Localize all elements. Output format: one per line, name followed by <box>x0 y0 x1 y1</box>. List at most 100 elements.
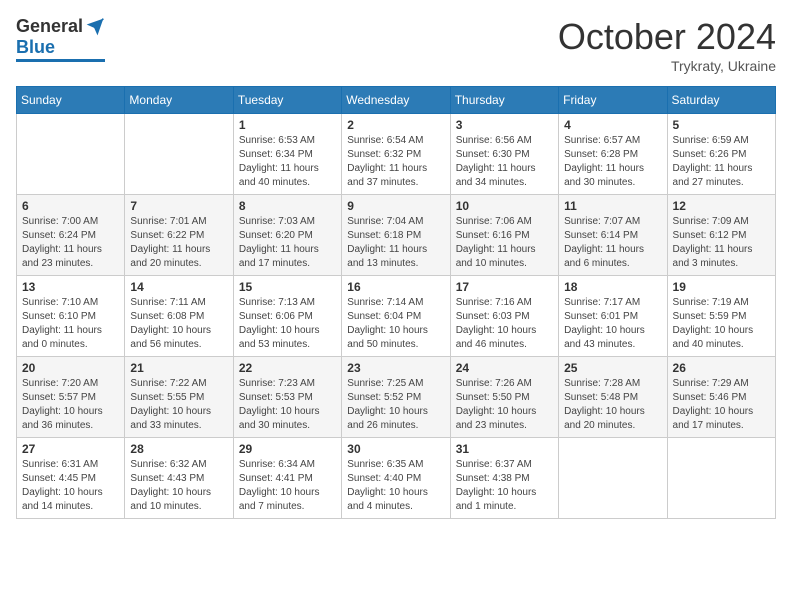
day-number: 1 <box>239 118 336 132</box>
day-info: Sunrise: 7:10 AM Sunset: 6:10 PM Dayligh… <box>22 296 119 352</box>
day-number: 28 <box>130 442 227 456</box>
table-row: 2 Sunrise: 6:54 AM Sunset: 6:32 PM Daylig… <box>342 114 450 195</box>
table-row: 27Sunrise: 6:31 AM Sunset: 4:45 PM Dayli… <box>17 438 125 519</box>
day-number: 9 <box>347 199 444 213</box>
table-row: 28Sunrise: 6:32 AM Sunset: 4:43 PM Dayli… <box>125 438 233 519</box>
table-row: 16 Sunrise: 7:14 AM Sunset: 6:04 PM Dayli… <box>342 276 450 357</box>
week-row-0: 1 Sunrise: 6:53 AM Sunset: 6:34 PM Daylig… <box>17 114 776 195</box>
day-number: 5 <box>673 118 770 132</box>
day-info: Sunrise: 7:20 AM Sunset: 5:57 PM Dayligh… <box>22 377 119 433</box>
table-row: 1 Sunrise: 6:53 AM Sunset: 6:34 PM Daylig… <box>233 114 341 195</box>
table-row: 19 Sunrise: 7:19 AM Sunset: 5:59 PM Dayli… <box>667 276 775 357</box>
header-tuesday: Tuesday <box>233 87 341 114</box>
weekday-header-row: Sunday Monday Tuesday Wednesday Thursday… <box>17 87 776 114</box>
logo: General Blue <box>16 16 105 62</box>
table-row: 15Sunrise: 7:13 AM Sunset: 6:06 PM Dayli… <box>233 276 341 357</box>
table-row: 23 Sunrise: 7:25 AM Sunset: 5:52 PM Dayli… <box>342 357 450 438</box>
day-number: 23 <box>347 361 444 375</box>
page-header: General Blue October 2024 Trykraty, Ukra… <box>16 16 776 74</box>
day-info: Sunrise: 7:22 AM Sunset: 5:55 PM Dayligh… <box>130 377 227 433</box>
header-saturday: Saturday <box>667 87 775 114</box>
day-info: Sunrise: 7:13 AM Sunset: 6:06 PM Dayligh… <box>239 296 336 352</box>
day-info: Sunrise: 7:19 AM Sunset: 5:59 PM Dayligh… <box>673 296 770 352</box>
table-row: 12 Sunrise: 7:09 AM Sunset: 6:12 PM Dayli… <box>667 195 775 276</box>
logo-general-text: General <box>16 16 83 37</box>
table-row: 5 Sunrise: 6:59 AM Sunset: 6:26 PM Daylig… <box>667 114 775 195</box>
day-info: Sunrise: 7:14 AM Sunset: 6:04 PM Dayligh… <box>347 296 444 352</box>
calendar-table: Sunday Monday Tuesday Wednesday Thursday… <box>16 86 776 519</box>
table-row: 8 Sunrise: 7:03 AM Sunset: 6:20 PM Daylig… <box>233 195 341 276</box>
table-row: 22 Sunrise: 7:23 AM Sunset: 5:53 PM Dayli… <box>233 357 341 438</box>
day-info: Sunrise: 7:29 AM Sunset: 5:46 PM Dayligh… <box>673 377 770 433</box>
day-info: Sunrise: 7:01 AM Sunset: 6:22 PM Dayligh… <box>130 215 227 271</box>
day-number: 19 <box>673 280 770 294</box>
day-number: 12 <box>673 199 770 213</box>
day-number: 26 <box>673 361 770 375</box>
day-info: Sunrise: 6:37 AM Sunset: 4:38 PM Dayligh… <box>456 458 553 514</box>
header-thursday: Thursday <box>450 87 558 114</box>
table-row: 17 Sunrise: 7:16 AM Sunset: 6:03 PM Dayli… <box>450 276 558 357</box>
day-number: 18 <box>564 280 661 294</box>
week-row-4: 27Sunrise: 6:31 AM Sunset: 4:45 PM Dayli… <box>17 438 776 519</box>
day-number: 25 <box>564 361 661 375</box>
day-number: 29 <box>239 442 336 456</box>
day-info: Sunrise: 7:23 AM Sunset: 5:53 PM Dayligh… <box>239 377 336 433</box>
day-info: Sunrise: 6:35 AM Sunset: 4:40 PM Dayligh… <box>347 458 444 514</box>
day-number: 27 <box>22 442 119 456</box>
day-info: Sunrise: 7:06 AM Sunset: 6:16 PM Dayligh… <box>456 215 553 271</box>
day-number: 11 <box>564 199 661 213</box>
week-row-3: 20 Sunrise: 7:20 AM Sunset: 5:57 PM Dayli… <box>17 357 776 438</box>
day-number: 24 <box>456 361 553 375</box>
day-number: 16 <box>347 280 444 294</box>
day-number: 8 <box>239 199 336 213</box>
day-number: 10 <box>456 199 553 213</box>
day-info: Sunrise: 6:57 AM Sunset: 6:28 PM Dayligh… <box>564 134 661 190</box>
day-info: Sunrise: 7:16 AM Sunset: 6:03 PM Dayligh… <box>456 296 553 352</box>
table-row: 25 Sunrise: 7:28 AM Sunset: 5:48 PM Dayli… <box>559 357 667 438</box>
day-info: Sunrise: 7:09 AM Sunset: 6:12 PM Dayligh… <box>673 215 770 271</box>
day-number: 30 <box>347 442 444 456</box>
table-row: 3Sunrise: 6:56 AM Sunset: 6:30 PM Daylig… <box>450 114 558 195</box>
day-number: 4 <box>564 118 661 132</box>
day-number: 21 <box>130 361 227 375</box>
logo-blue-text: Blue <box>16 37 55 58</box>
day-number: 3 <box>456 118 553 132</box>
day-number: 7 <box>130 199 227 213</box>
header-friday: Friday <box>559 87 667 114</box>
table-row <box>125 114 233 195</box>
table-row: 4 Sunrise: 6:57 AM Sunset: 6:28 PM Daylig… <box>559 114 667 195</box>
day-info: Sunrise: 7:07 AM Sunset: 6:14 PM Dayligh… <box>564 215 661 271</box>
day-number: 6 <box>22 199 119 213</box>
table-row <box>17 114 125 195</box>
table-row: 31 Sunrise: 6:37 AM Sunset: 4:38 PM Dayli… <box>450 438 558 519</box>
day-number: 17 <box>456 280 553 294</box>
table-row <box>559 438 667 519</box>
table-row: 14Sunrise: 7:11 AM Sunset: 6:08 PM Dayli… <box>125 276 233 357</box>
table-row: 10 Sunrise: 7:06 AM Sunset: 6:16 PM Dayli… <box>450 195 558 276</box>
header-monday: Monday <box>125 87 233 114</box>
header-sunday: Sunday <box>17 87 125 114</box>
table-row: 26 Sunrise: 7:29 AM Sunset: 5:46 PM Dayli… <box>667 357 775 438</box>
day-number: 2 <box>347 118 444 132</box>
day-info: Sunrise: 7:25 AM Sunset: 5:52 PM Dayligh… <box>347 377 444 433</box>
title-section: October 2024 Trykraty, Ukraine <box>558 16 776 74</box>
day-info: Sunrise: 7:17 AM Sunset: 6:01 PM Dayligh… <box>564 296 661 352</box>
day-info: Sunrise: 6:53 AM Sunset: 6:34 PM Dayligh… <box>239 134 336 190</box>
day-info: Sunrise: 7:28 AM Sunset: 5:48 PM Dayligh… <box>564 377 661 433</box>
table-row: 24Sunrise: 7:26 AM Sunset: 5:50 PM Dayli… <box>450 357 558 438</box>
logo-bird-icon <box>85 17 105 37</box>
day-number: 31 <box>456 442 553 456</box>
day-number: 13 <box>22 280 119 294</box>
day-number: 22 <box>239 361 336 375</box>
day-info: Sunrise: 7:03 AM Sunset: 6:20 PM Dayligh… <box>239 215 336 271</box>
day-info: Sunrise: 6:59 AM Sunset: 6:26 PM Dayligh… <box>673 134 770 190</box>
table-row: 29Sunrise: 6:34 AM Sunset: 4:41 PM Dayli… <box>233 438 341 519</box>
day-number: 20 <box>22 361 119 375</box>
day-info: Sunrise: 6:54 AM Sunset: 6:32 PM Dayligh… <box>347 134 444 190</box>
table-row: 11 Sunrise: 7:07 AM Sunset: 6:14 PM Dayli… <box>559 195 667 276</box>
table-row: 9Sunrise: 7:04 AM Sunset: 6:18 PM Daylig… <box>342 195 450 276</box>
week-row-1: 6Sunrise: 7:00 AM Sunset: 6:24 PM Daylig… <box>17 195 776 276</box>
table-row: 30 Sunrise: 6:35 AM Sunset: 4:40 PM Dayli… <box>342 438 450 519</box>
subtitle: Trykraty, Ukraine <box>558 58 776 74</box>
table-row: 20 Sunrise: 7:20 AM Sunset: 5:57 PM Dayli… <box>17 357 125 438</box>
